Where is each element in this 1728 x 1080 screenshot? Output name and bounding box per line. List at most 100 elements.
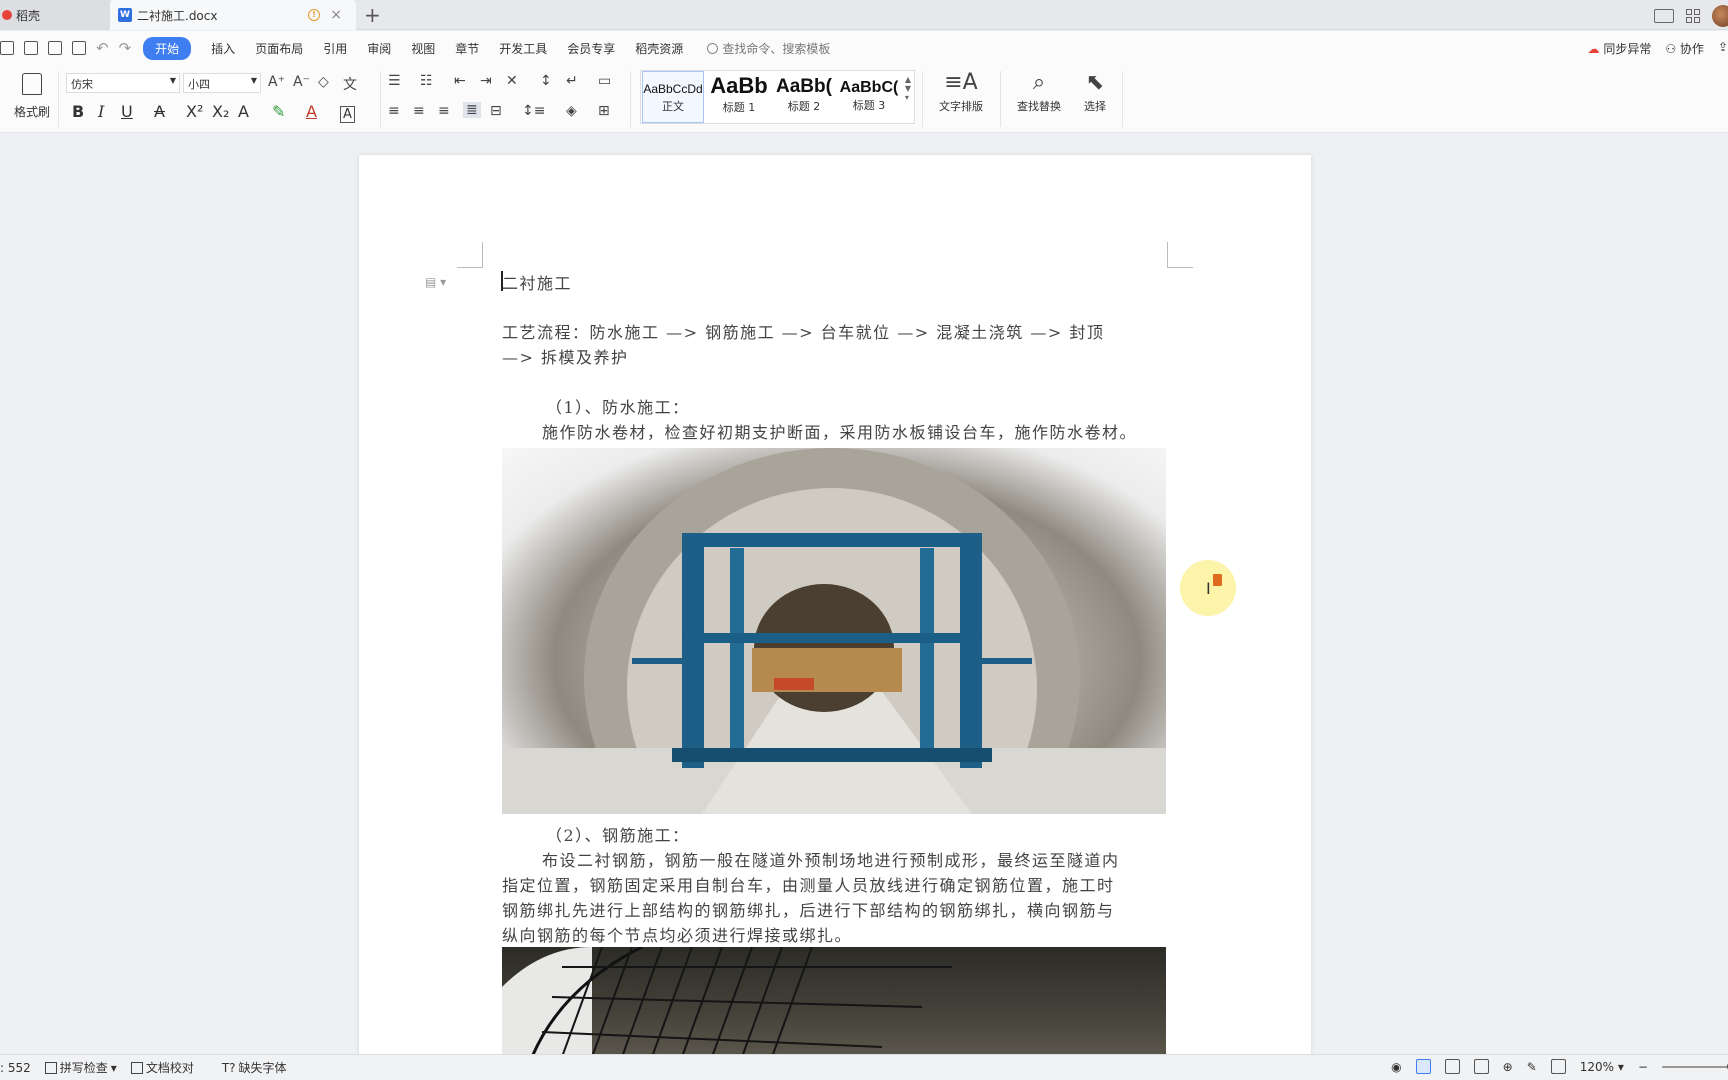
format-painter-icon[interactable] bbox=[22, 73, 42, 95]
tab-home[interactable]: 稻壳 bbox=[0, 0, 110, 30]
grow-font-icon[interactable]: A⁺ bbox=[268, 74, 285, 90]
numbered-list-icon[interactable]: ☷ bbox=[420, 73, 433, 89]
bullet-list-icon[interactable]: ☰ bbox=[388, 73, 401, 89]
distribute-icon[interactable]: ⊟ bbox=[490, 103, 502, 119]
outline-view-icon[interactable] bbox=[1444, 1059, 1460, 1074]
web-view-icon[interactable]: ⊕ bbox=[1503, 1060, 1513, 1074]
fit-window-icon[interactable] bbox=[1550, 1059, 1566, 1074]
redo-icon[interactable]: ↷ bbox=[119, 39, 132, 57]
subscript-button[interactable]: X₂ bbox=[212, 102, 229, 121]
menu-review[interactable]: 审阅 bbox=[367, 38, 391, 59]
tab-document[interactable]: W 二衬施工.docx ! × bbox=[110, 0, 356, 30]
style-sample: AaBbCcDd bbox=[643, 82, 703, 96]
font-name-select[interactable]: 仿宋 ▼ bbox=[66, 73, 180, 93]
section2-body-line[interactable]: 指定位置，钢筋固定采用自制台车，由测量人员放线进行确定钢筋位置，施工时 bbox=[502, 873, 1167, 898]
pen-icon[interactable]: ✎ bbox=[1527, 1060, 1537, 1074]
avatar[interactable] bbox=[1712, 5, 1728, 27]
collaborate-button[interactable]: ⚇ 协作 bbox=[1665, 40, 1704, 57]
section1-body[interactable]: 施作防水卷材，检查好初期支护断面，采用防水板铺设台车，施作防水卷材。 bbox=[502, 420, 1167, 445]
paragraph-menu-icon[interactable]: ▤ ▾ bbox=[425, 275, 446, 289]
command-search[interactable]: 查找命令、搜索模板 bbox=[707, 40, 830, 57]
menu-home[interactable]: 开始 bbox=[143, 36, 192, 60]
phonetic-icon[interactable]: 文 bbox=[343, 74, 357, 94]
word-count[interactable]: : 552 bbox=[0, 1061, 31, 1075]
doc-flow-line-1[interactable]: 工艺流程：防水施工 —> 钢筋施工 —> 台车就位 —> 混凝土浇筑 —> 封顶 bbox=[502, 320, 1167, 345]
increase-indent-icon[interactable]: ⇥ bbox=[480, 73, 492, 89]
style-heading-2[interactable]: AaBb( 标题 2 bbox=[773, 71, 835, 123]
style-heading-3[interactable]: AaBbC( 标题 3 bbox=[837, 71, 901, 123]
missing-font-button[interactable]: T? 缺失字体 bbox=[222, 1059, 287, 1076]
print-icon[interactable] bbox=[48, 41, 62, 55]
font-color-button[interactable]: A bbox=[306, 102, 317, 121]
section2-body-line[interactable]: 钢筋绑扎先进行上部结构的钢筋绑扎，后进行下部结构的钢筋绑扎，横向钢筋与 bbox=[502, 898, 1167, 923]
select-button[interactable]: ⬉ 选择 bbox=[1074, 68, 1116, 114]
new-tab-button[interactable]: + bbox=[364, 3, 381, 27]
zoom-out-button[interactable]: − bbox=[1638, 1060, 1648, 1074]
format-painter-label[interactable]: 格式刷 bbox=[14, 103, 50, 120]
close-icon[interactable]: × bbox=[330, 7, 342, 23]
font-size-select[interactable]: 小四 ▼ bbox=[183, 73, 261, 93]
doc-proof-button[interactable]: 文档校对 bbox=[130, 1059, 194, 1076]
line-spacing-icon[interactable]: ↕≡ bbox=[522, 103, 545, 119]
underline-button[interactable]: U bbox=[121, 102, 133, 121]
decrease-indent-icon[interactable]: ⇤ bbox=[454, 73, 466, 89]
reading-view-icon[interactable] bbox=[1473, 1059, 1489, 1074]
align-left-icon[interactable]: ≡ bbox=[388, 103, 400, 119]
menu-section[interactable]: 章节 bbox=[455, 38, 479, 59]
doc-title[interactable]: 二衬施工 bbox=[502, 271, 1167, 296]
menu-insert[interactable]: 插入 bbox=[211, 38, 235, 59]
align-center-icon[interactable]: ≡ bbox=[413, 103, 425, 119]
document-page[interactable]: ▤ ▾ 二衬施工 工艺流程：防水施工 —> 钢筋施工 —> 台车就位 —> 混凝… bbox=[359, 155, 1311, 1055]
undo-icon[interactable]: ↶ bbox=[96, 39, 109, 57]
clear-format-icon[interactable]: ◇ bbox=[318, 74, 329, 90]
magnifier-icon: ⌕ bbox=[1032, 70, 1046, 95]
sort-icon[interactable]: ↕ bbox=[540, 73, 552, 89]
highlight-icon[interactable]: ✎ bbox=[272, 102, 285, 121]
menu-view[interactable]: 视图 bbox=[411, 38, 435, 59]
zoom-slider[interactable] bbox=[1662, 1060, 1728, 1072]
section2-body-line[interactable]: 布设二衬钢筋，钢筋一般在隧道外预制场地进行预制成形，最终运至隧道内 bbox=[502, 848, 1167, 873]
export-pdf-icon[interactable] bbox=[24, 41, 38, 55]
style-normal[interactable]: AaBbCcDd 正文 bbox=[642, 71, 704, 123]
spell-check-toggle[interactable]: 拼写检查 ▾ bbox=[44, 1059, 117, 1076]
superscript-button[interactable]: X² bbox=[186, 102, 203, 121]
text-effect-button[interactable]: A bbox=[238, 102, 249, 121]
layout-icon[interactable] bbox=[1654, 9, 1674, 23]
print-preview-icon[interactable] bbox=[72, 41, 86, 55]
section2-body-line[interactable]: 纵向钢筋的每个节点均必须进行焊接或绑扎。 bbox=[502, 923, 1167, 948]
find-replace-button[interactable]: ⌕ 查找替换 bbox=[1008, 68, 1070, 114]
bold-button[interactable]: B bbox=[72, 102, 84, 121]
table-pad-icon[interactable]: ▭ bbox=[598, 73, 611, 89]
page-view-icon[interactable] bbox=[1415, 1059, 1431, 1074]
warning-icon[interactable]: ! bbox=[308, 9, 320, 21]
sync-status[interactable]: ☁ 同步异常 bbox=[1587, 40, 1651, 57]
strikethrough-button[interactable]: A bbox=[154, 102, 165, 121]
tunnel-trolley-image[interactable] bbox=[502, 448, 1166, 814]
share-icon[interactable]: ⇪ bbox=[1718, 40, 1728, 57]
gallery-scroll-icon[interactable]: ▲ ▼ ▾ bbox=[905, 75, 911, 102]
shrink-font-icon[interactable]: A⁻ bbox=[293, 74, 310, 90]
align-right-icon[interactable]: ≡ bbox=[438, 103, 450, 119]
section1-heading[interactable]: （1）、防水施工： bbox=[502, 395, 1167, 420]
zoom-level[interactable]: 120% ▾ bbox=[1580, 1060, 1624, 1074]
shading-icon[interactable]: ◈ bbox=[566, 103, 577, 119]
eye-protect-icon[interactable]: ◉ bbox=[1391, 1060, 1401, 1074]
menu-member[interactable]: 会员专享 bbox=[567, 38, 615, 59]
char-border-button[interactable]: A bbox=[340, 106, 355, 123]
save-icon[interactable] bbox=[0, 41, 14, 55]
borders-icon[interactable]: ⊞ bbox=[598, 103, 610, 119]
justify-icon[interactable]: ≣ bbox=[463, 102, 481, 118]
doc-flow-line-2[interactable]: —> 拆模及养护 bbox=[502, 345, 1167, 370]
menu-references[interactable]: 引用 bbox=[323, 38, 347, 59]
show-marks-icon[interactable]: ↵ bbox=[566, 73, 578, 89]
apps-grid-icon[interactable] bbox=[1686, 9, 1700, 23]
menu-page-layout[interactable]: 页面布局 bbox=[255, 38, 303, 59]
style-heading-1[interactable]: AaBb 标题 1 bbox=[707, 71, 771, 123]
text-layout-button[interactable]: ≡A 文字排版 bbox=[930, 68, 992, 114]
italic-button[interactable]: I bbox=[98, 102, 104, 121]
menu-developer[interactable]: 开发工具 bbox=[499, 38, 547, 59]
rebar-image[interactable] bbox=[502, 947, 1166, 1055]
menu-docer[interactable]: 稻壳资源 bbox=[635, 38, 683, 59]
chinese-layout-icon[interactable]: ✕ bbox=[506, 73, 518, 89]
section2-heading[interactable]: （2）、钢筋施工： bbox=[502, 823, 1167, 848]
